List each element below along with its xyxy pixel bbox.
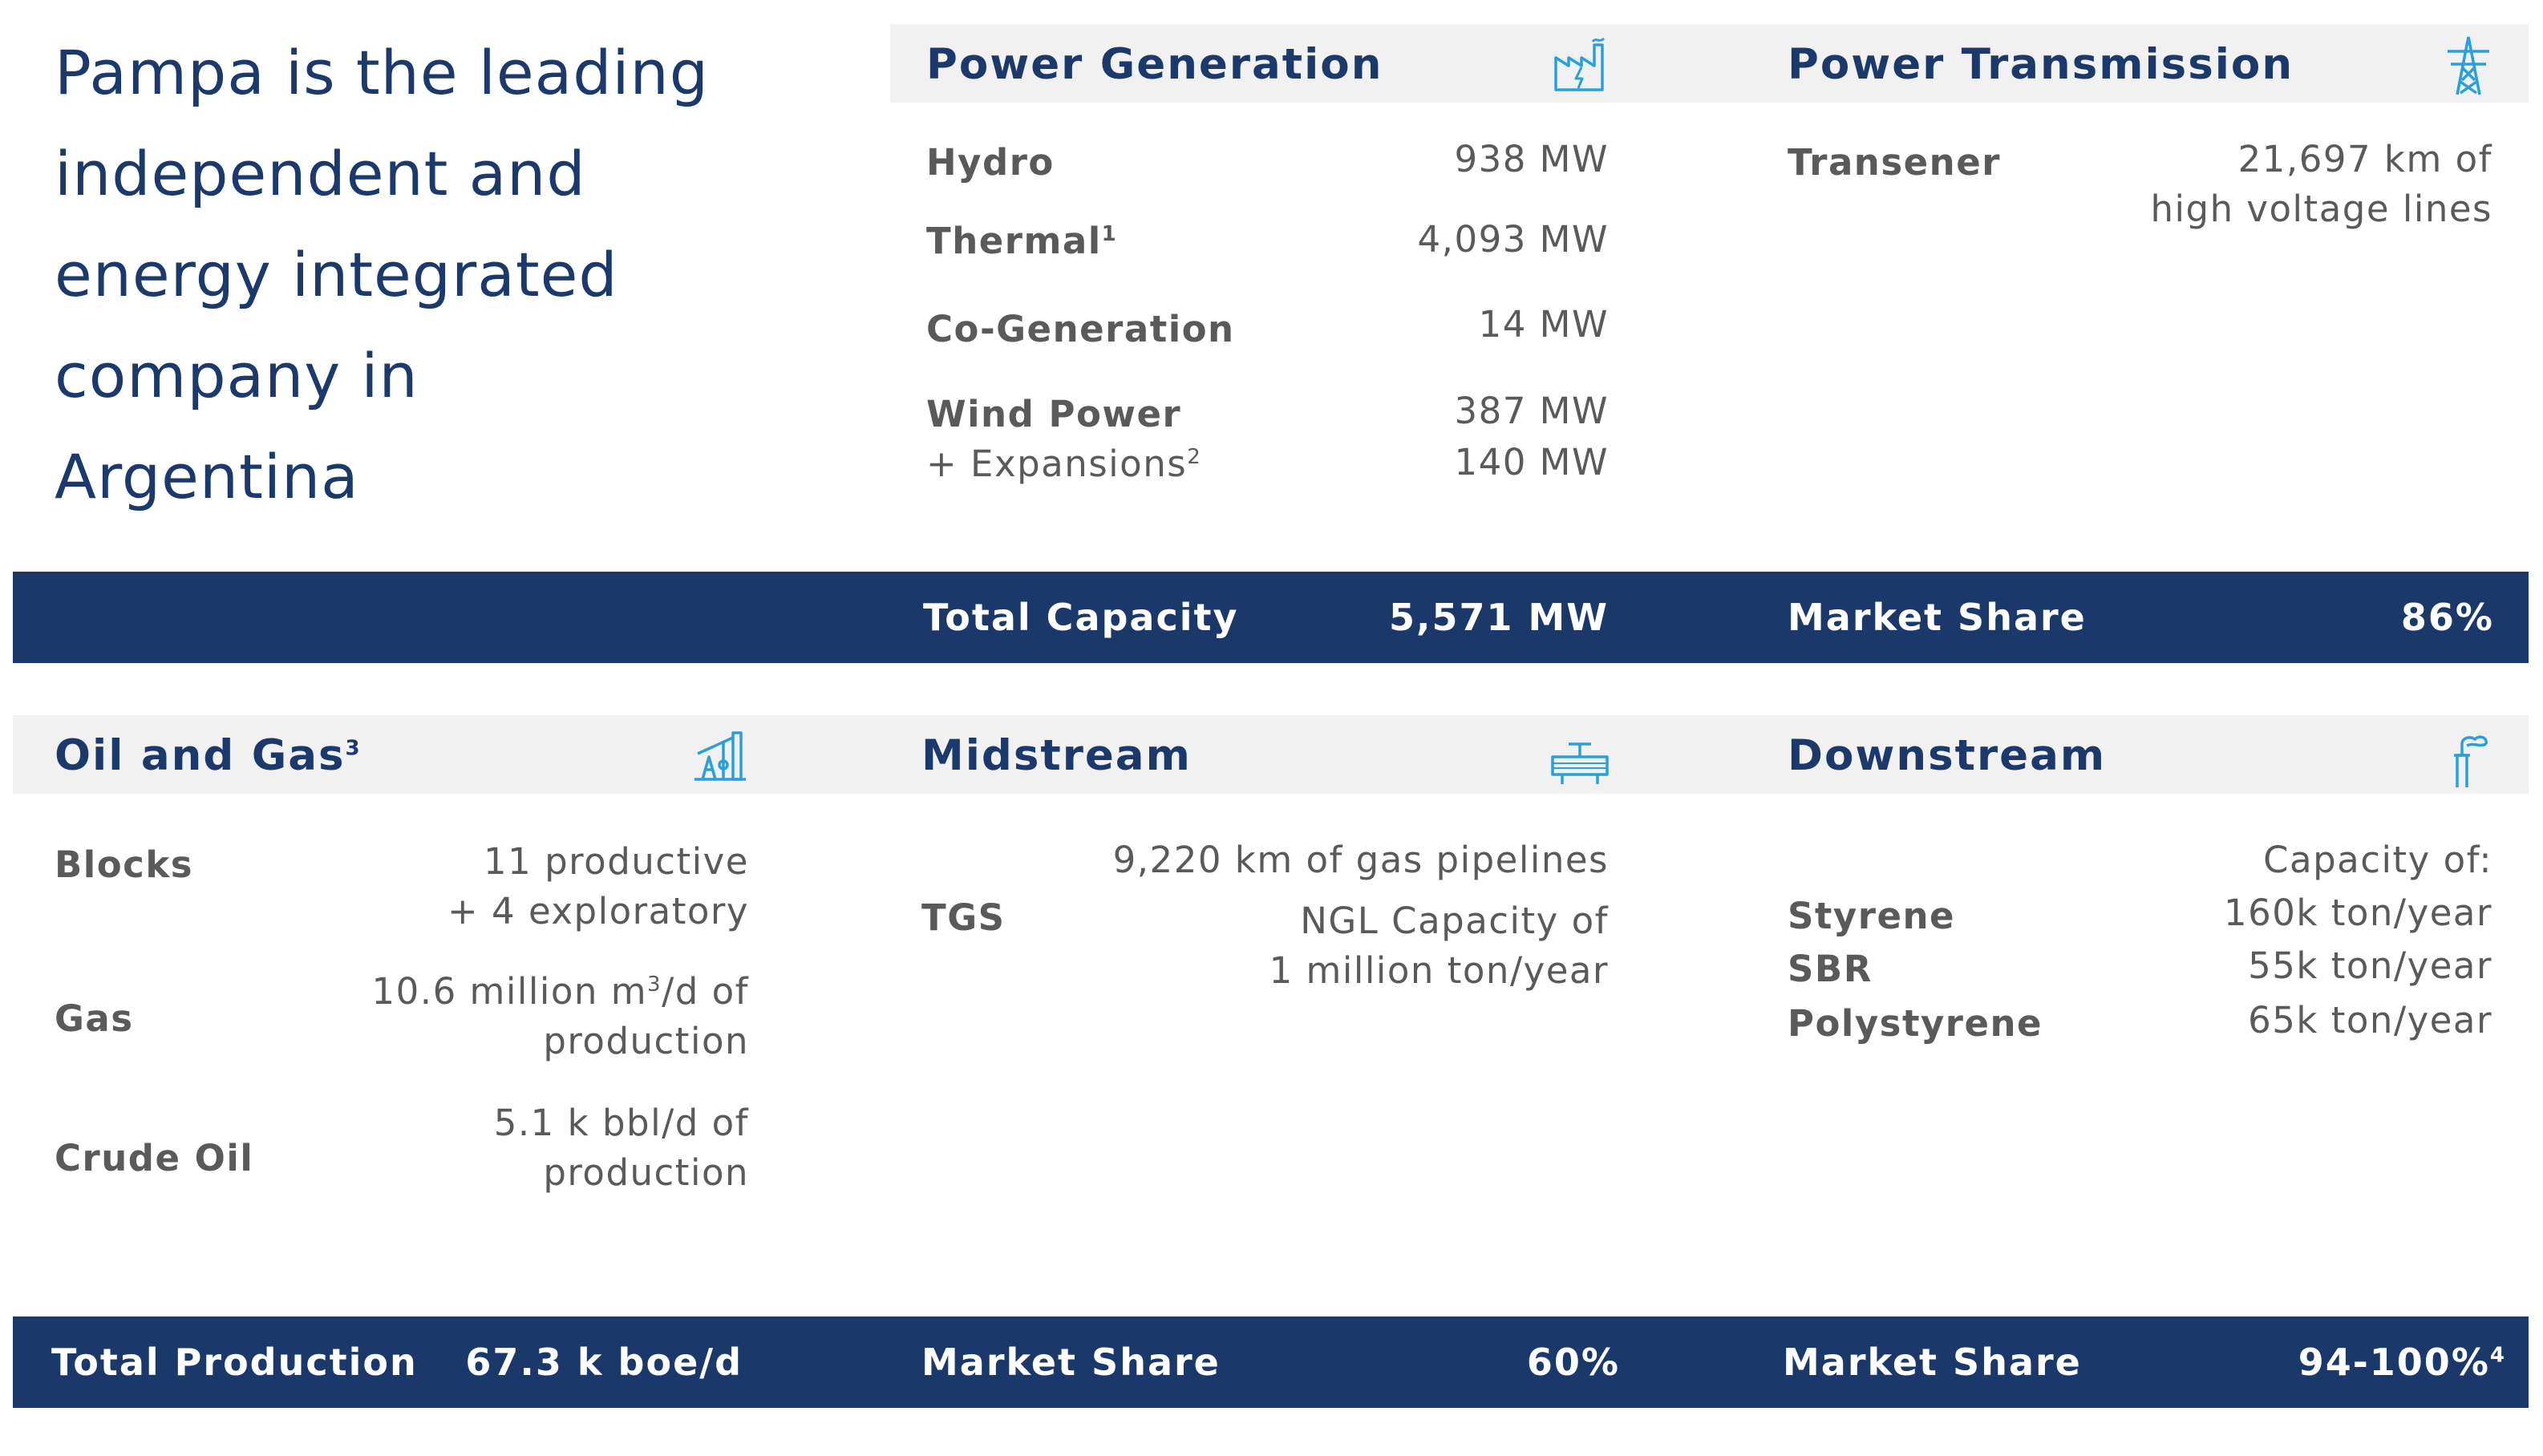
cogeneration-label: Co-Generation [926,308,1235,350]
wind-power-value: 387 MW [1454,390,1609,432]
styrene-label: Styrene [1788,895,1956,937]
energy-section-header [13,715,2529,794]
total-capacity-value: 5,571 MW [1388,596,1609,639]
crude-oil-value-line: production [543,1151,749,1194]
midstream-title: Midstream [921,731,1192,780]
expansions-value: 140 MW [1454,441,1609,483]
blocks-label: Blocks [55,843,194,886]
gas-value-line: 10.6 million m3/d of [371,970,749,1013]
polystyrene-value: 65k ton/year [2248,999,2492,1041]
thermal-label: Thermal1 [926,220,1118,262]
polystyrene-label: Polystyrene [1788,1002,2043,1045]
intro-line: energy integrated [55,239,618,310]
intro-heading: Pampa is the leading independent and ene… [55,22,856,528]
intro-line: Argentina [55,441,359,512]
ngl-capacity-line: NGL Capacity of [1300,900,1609,942]
energy-summary-bar: Total Production 67.3 k boe/d Market Sha… [13,1316,2529,1408]
styrene-value: 160k ton/year [2223,892,2492,934]
footnote-4: 4 [2489,1343,2506,1368]
refinery-flare-icon [2443,728,2491,792]
midstream-market-share-label: Market Share [921,1341,1221,1384]
expansions-label: + Expansions2 [926,443,1202,485]
ngl-capacity-value: NGL Capacity of 1 million ton/year [1269,896,1609,996]
midstream-market-share-value: 60% [1526,1341,1620,1384]
total-production-label: Total Production [51,1341,418,1384]
transmission-market-share-value: 86% [2400,596,2494,639]
cogeneration-value: 14 MW [1478,303,1609,346]
ngl-capacity-line: 1 million ton/year [1269,949,1609,992]
crude-oil-value-line: 5.1 k bbl/d of [493,1102,749,1144]
power-generation-title: Power Generation [926,40,1383,89]
blocks-value-line: + 4 exploratory [447,890,749,932]
gas-value: 10.6 million m3/d of production [372,967,750,1066]
total-capacity-label: Total Capacity [923,596,1239,639]
footnote-3: 3 [345,736,362,761]
power-plant-icon [1551,35,1609,96]
tgs-label: TGS [921,896,1006,939]
intro-line: independent and [55,138,586,209]
hydro-value: 938 MW [1454,138,1609,180]
total-production-value: 67.3 k boe/d [465,1341,743,1384]
gas-label: Gas [55,997,134,1040]
capacity-header: Capacity of: [2263,839,2492,881]
oil-pump-icon [691,725,749,786]
crude-oil-label: Crude Oil [55,1137,254,1179]
blocks-value: 11 productive + 4 exploratory [447,837,749,936]
blocks-value-line: 11 productive [484,840,749,883]
sbr-value: 55k ton/year [2248,944,2492,987]
transmission-market-share-label: Market Share [1788,596,2087,639]
power-summary-bar: Total Capacity 5,571 MW Market Share 86% [13,572,2529,663]
transener-label: Transener [1788,141,2001,184]
sbr-label: SBR [1788,948,1873,990]
footnote-1: 1 [1101,222,1118,246]
wind-power-label: Wind Power [926,393,1182,435]
footnote-2: 2 [1187,445,1202,469]
transener-value-line: high voltage lines [2150,188,2492,230]
crude-oil-value: 5.1 k bbl/d of production [494,1098,749,1198]
intro-line: company in [55,340,419,411]
transener-value: 21,697 km of high voltage lines [2150,135,2492,234]
gas-value-line: production [543,1020,749,1062]
downstream-market-share-label: Market Share [1783,1341,2082,1384]
thermal-value: 4,093 MW [1417,218,1609,261]
transmission-tower-icon [2443,35,2494,99]
downstream-title: Downstream [1788,731,2107,780]
pipelines-value: 9,220 km of gas pipelines [1112,839,1609,881]
hydro-label: Hydro [926,141,1055,184]
pipeline-valve-icon [1549,739,1610,791]
oil-gas-title: Oil and Gas3 [55,731,362,780]
intro-line: Pampa is the leading [55,37,709,108]
transener-value-line: 21,697 km of [2237,138,2492,180]
downstream-market-share-value: 94-100%4 [2298,1341,2506,1384]
power-transmission-title: Power Transmission [1788,40,2294,89]
